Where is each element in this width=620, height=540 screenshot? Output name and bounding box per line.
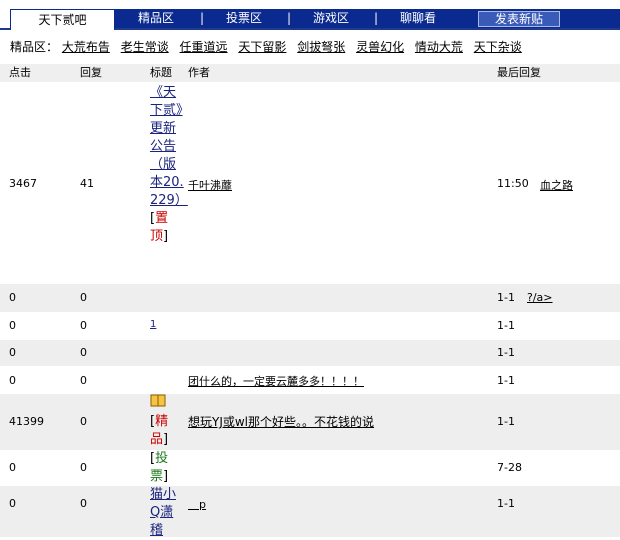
category-links: 精品区： 大荒布告 老生常谈 任重道远 天下留影 剑拔弩张 灵兽幻化 情动大荒 … [10, 39, 529, 55]
header-clicks: 点击 [9, 66, 31, 79]
table-header: 点击 回复 标题 作者 最后回复 [0, 64, 620, 82]
row-clicks: 0 [9, 291, 16, 304]
row-replies: 0 [80, 319, 87, 332]
last-reply-user[interactable]: 血之路 [540, 177, 573, 193]
author-link[interactable]: 团什么的，一定要云麓多多！！！！ [188, 373, 364, 389]
header-last-reply: 最后回复 [497, 66, 541, 79]
top-nav: 天下贰吧 精品区 | 投票区 | 游戏区 | 聊聊看 发表新贴 [0, 0, 620, 30]
table-row: 0 0 1-1 [0, 340, 620, 366]
row-title-cell: 《天下贰》更新公告（版本20.229）[置顶] [150, 85, 188, 244]
table-row: 3467 41 《天下贰》更新公告（版本20.229）[置顶] 千叶沸蘼 11:… [0, 82, 620, 284]
category-link[interactable]: 情动大荒 [415, 40, 463, 54]
table-row: 0 0 [投票] 7-28 [0, 450, 620, 486]
row-clicks: 41399 [9, 415, 44, 428]
author-link[interactable]: 千叶沸蘼 [188, 177, 232, 193]
last-reply-user[interactable]: ?/a> [527, 291, 553, 304]
category-label: 精品区： [10, 40, 59, 54]
tab-chat[interactable]: 聊聊看 [400, 9, 436, 28]
last-reply-time: 11:50 [497, 177, 529, 190]
table-row: 41399 0 [精品] 想玩YJ或wl那个好些。。不花钱的说 1-1 [0, 394, 620, 450]
row-clicks: 0 [9, 461, 16, 474]
tab-separator: | [287, 11, 292, 25]
row-replies: 0 [80, 415, 87, 428]
row-clicks: 0 [9, 374, 16, 387]
category-link[interactable]: 老生常谈 [121, 40, 169, 54]
last-reply-time: 1-1 [497, 497, 515, 510]
row-replies: 0 [80, 497, 87, 510]
table-row: 0 0 团什么的，一定要云麓多多！！！！ 1-1 [0, 366, 620, 394]
row-replies: 0 [80, 461, 87, 474]
row-clicks: 3467 [9, 177, 37, 190]
author-link[interactable]: p [188, 496, 206, 512]
author-link[interactable]: 想玩YJ或wl那个好些。。不花钱的说 [188, 413, 374, 430]
category-link[interactable]: 大荒布告 [62, 40, 110, 54]
row-title-cell: [投票] [150, 451, 169, 484]
row-replies: 0 [80, 346, 87, 359]
last-reply-time: 7-28 [497, 461, 522, 474]
last-reply-time: 1-1 [497, 291, 515, 304]
table-row: 0 0 1-1 ?/a> [0, 284, 620, 312]
thread-title-link[interactable]: 猫小Q潇稽 [150, 487, 176, 538]
thread-title-link[interactable]: 《天下贰》更新公告（版本20.229） [150, 85, 188, 208]
last-reply-time: 1-1 [497, 415, 515, 428]
row-replies: 41 [80, 177, 94, 190]
table-row: 0 0 猫小Q潇稽 p 1-1 [0, 486, 620, 540]
row-clicks: 0 [9, 319, 16, 332]
tab-tianxia2-bar[interactable]: 天下贰吧 [10, 9, 115, 30]
category-link[interactable]: 天下杂谈 [474, 40, 522, 54]
row-clicks: 0 [9, 497, 16, 510]
row-replies: 0 [80, 291, 87, 304]
category-link[interactable]: 剑拔弩张 [297, 40, 345, 54]
tab-vote[interactable]: 投票区 [226, 9, 262, 28]
category-link[interactable]: 灵兽幻化 [356, 40, 404, 54]
tab-separator: | [374, 11, 379, 25]
category-link[interactable]: 天下留影 [238, 40, 286, 54]
last-reply-time: 1-1 [497, 346, 515, 359]
header-author: 作者 [188, 66, 210, 79]
row-title-cell: [精品] [150, 394, 184, 449]
row-replies: 0 [80, 374, 87, 387]
header-title: 标题 [150, 66, 172, 79]
category-link[interactable]: 任重道远 [180, 40, 228, 54]
header-replies: 回复 [80, 66, 102, 79]
tab-featured[interactable]: 精品区 [138, 9, 174, 28]
book-icon [150, 394, 166, 407]
tab-games[interactable]: 游戏区 [313, 9, 349, 28]
row-clicks: 0 [9, 346, 16, 359]
row-title-cell: 猫小Q潇稽 [150, 486, 184, 540]
last-reply-time: 1-1 [497, 319, 515, 332]
new-post-button[interactable]: 发表新贴 [478, 11, 560, 27]
table-row: 0 0 1 1-1 [0, 312, 620, 340]
last-reply-time: 1-1 [497, 374, 515, 387]
tab-separator: | [200, 11, 205, 25]
thread-title-link[interactable]: 1 [150, 319, 160, 330]
